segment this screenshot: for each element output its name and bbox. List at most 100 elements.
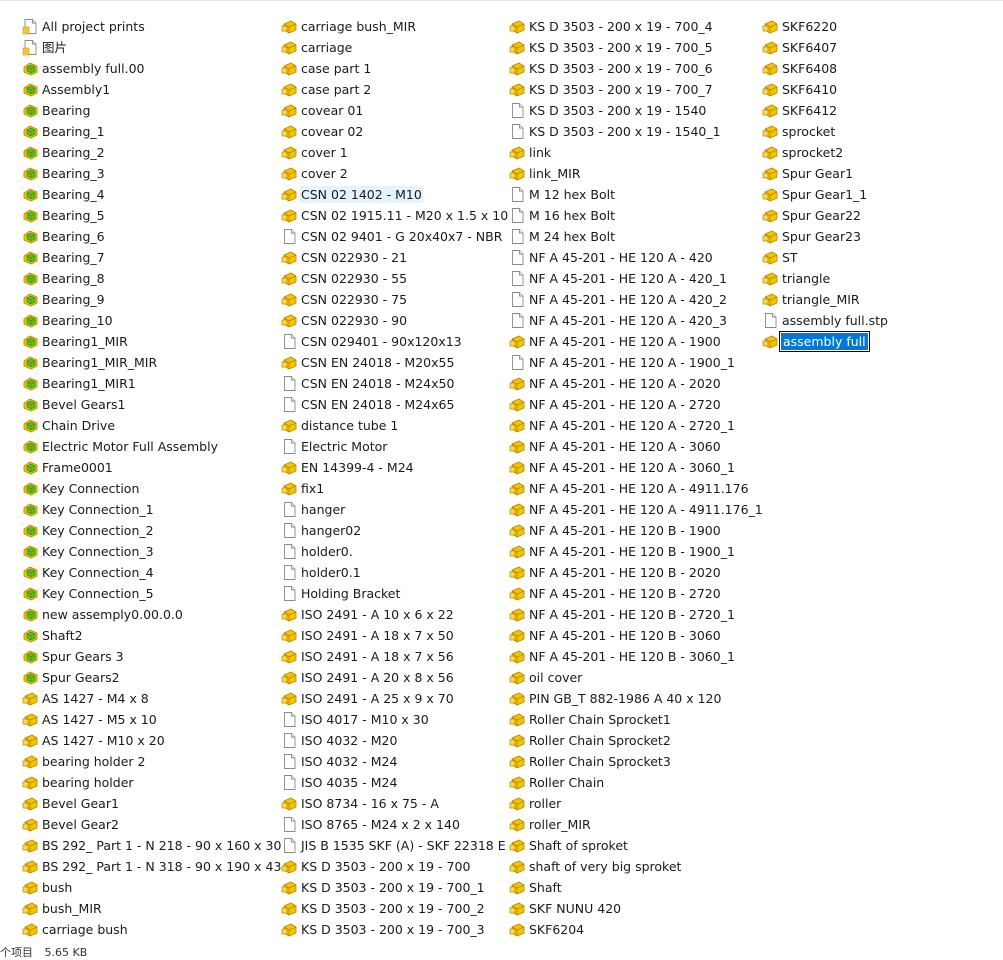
file-item[interactable]: Spur Gears 3 xyxy=(22,646,281,667)
file-item[interactable]: Bearing_8 xyxy=(22,268,281,289)
file-item[interactable]: Spur Gear1_1 xyxy=(762,184,962,205)
file-item[interactable]: ST xyxy=(762,247,962,268)
file-item[interactable]: triangle_MIR xyxy=(762,289,962,310)
file-item[interactable]: ISO 4032 - M24 xyxy=(281,751,509,772)
file-item[interactable]: Bearing_9 xyxy=(22,289,281,310)
file-item[interactable]: ISO 8734 - 16 x 75 - A xyxy=(281,793,509,814)
file-item[interactable]: NF A 45-201 - HE 120 B - 2020 xyxy=(509,562,762,583)
file-item[interactable]: ISO 8765 - M24 x 2 x 140 xyxy=(281,814,509,835)
file-item[interactable]: bush_MIR xyxy=(22,898,281,919)
file-item[interactable]: bearing holder xyxy=(22,772,281,793)
file-item[interactable]: NF A 45-201 - HE 120 B - 3060_1 xyxy=(509,646,762,667)
file-item[interactable]: Spur Gear1 xyxy=(762,163,962,184)
file-item[interactable]: Bearing_1 xyxy=(22,121,281,142)
file-item[interactable]: Key Connection_3 xyxy=(22,541,281,562)
file-item[interactable]: assembly full xyxy=(762,331,962,352)
file-item[interactable]: hanger xyxy=(281,499,509,520)
file-item[interactable]: CSN 022930 - 75 xyxy=(281,289,509,310)
file-item[interactable]: case part 2 xyxy=(281,79,509,100)
file-item[interactable]: SKF6204 xyxy=(509,919,762,940)
file-item[interactable]: KS D 3503 - 200 x 19 - 1540_1 xyxy=(509,121,762,142)
file-item[interactable]: Roller Chain xyxy=(509,772,762,793)
file-item[interactable]: BS 292_ Part 1 - N 218 - 90 x 160 x 30 xyxy=(22,835,281,856)
file-item[interactable]: KS D 3503 - 200 x 19 - 1540 xyxy=(509,100,762,121)
file-item[interactable]: JIS B 1535 SKF (A) - SKF 22318 E xyxy=(281,835,509,856)
file-item[interactable]: ISO 4017 - M10 x 30 xyxy=(281,709,509,730)
file-item[interactable]: KS D 3503 - 200 x 19 - 700_3 xyxy=(281,919,509,940)
file-item[interactable]: Bearing_10 xyxy=(22,310,281,331)
file-item[interactable]: Key Connection xyxy=(22,478,281,499)
file-item[interactable]: Bearing_7 xyxy=(22,247,281,268)
file-item[interactable]: AS 1427 - M5 x 10 xyxy=(22,709,281,730)
file-item[interactable]: KS D 3503 - 200 x 19 - 700_5 xyxy=(509,37,762,58)
file-item[interactable]: KS D 3503 - 200 x 19 - 700_6 xyxy=(509,58,762,79)
file-item[interactable]: Roller Chain Sprocket2 xyxy=(509,730,762,751)
file-item[interactable]: SKF6220 xyxy=(762,16,962,37)
file-item[interactable]: Bearing1_MIR xyxy=(22,331,281,352)
file-item[interactable]: roller xyxy=(509,793,762,814)
file-item[interactable]: KS D 3503 - 200 x 19 - 700_4 xyxy=(509,16,762,37)
file-item[interactable]: carriage xyxy=(281,37,509,58)
file-item[interactable]: NF A 45-201 - HE 120 A - 4911.176_1 xyxy=(509,499,763,520)
file-item[interactable]: NF A 45-201 - HE 120 A - 3060_1 xyxy=(509,457,762,478)
file-item[interactable]: All project prints xyxy=(22,16,281,37)
file-item[interactable]: Chain Drive xyxy=(22,415,281,436)
file-item[interactable]: ISO 2491 - A 18 x 7 x 50 xyxy=(281,625,509,646)
file-item[interactable]: distance tube 1 xyxy=(281,415,509,436)
file-item[interactable]: NF A 45-201 - HE 120 B - 2720 xyxy=(509,583,762,604)
file-item[interactable]: cover 2 xyxy=(281,163,509,184)
file-item[interactable]: NF A 45-201 - HE 120 B - 2720_1 xyxy=(509,604,762,625)
file-item[interactable]: KS D 3503 - 200 x 19 - 700 xyxy=(281,856,509,877)
file-item[interactable]: CSN 022930 - 21 xyxy=(281,247,509,268)
file-item[interactable]: link xyxy=(509,142,762,163)
file-item[interactable]: Key Connection_2 xyxy=(22,520,281,541)
file-item[interactable]: SKF6410 xyxy=(762,79,962,100)
file-item[interactable]: Roller Chain Sprocket1 xyxy=(509,709,762,730)
file-item[interactable]: ISO 2491 - A 20 x 8 x 56 xyxy=(281,667,509,688)
file-item[interactable]: M 16 hex Bolt xyxy=(509,205,762,226)
file-item[interactable]: bearing holder 2 xyxy=(22,751,281,772)
file-item[interactable]: BS 292_ Part 1 - N 318 - 90 x 190 x 43 xyxy=(22,856,281,877)
file-item[interactable]: NF A 45-201 - HE 120 B - 1900_1 xyxy=(509,541,762,562)
file-item[interactable]: Shaft of sproket xyxy=(509,835,762,856)
file-item[interactable]: ISO 2491 - A 25 x 9 x 70 xyxy=(281,688,509,709)
file-item[interactable]: CSN 022930 - 55 xyxy=(281,268,509,289)
file-item[interactable]: Key Connection_4 xyxy=(22,562,281,583)
file-rename-input[interactable]: assembly full xyxy=(779,331,870,352)
file-item[interactable]: M 12 hex Bolt xyxy=(509,184,762,205)
file-item[interactable]: CSN 022930 - 90 xyxy=(281,310,509,331)
file-item[interactable]: CSN EN 24018 - M24x65 xyxy=(281,394,509,415)
file-item[interactable]: Bevel Gear2 xyxy=(22,814,281,835)
file-item[interactable]: Bearing xyxy=(22,100,281,121)
file-item[interactable]: NF A 45-201 - HE 120 A - 420 xyxy=(509,247,762,268)
file-item[interactable]: Bearing_6 xyxy=(22,226,281,247)
file-item[interactable]: Bearing1_MIR_MIR xyxy=(22,352,281,373)
file-item[interactable]: CSN EN 24018 - M24x50 xyxy=(281,373,509,394)
file-item[interactable]: 图片 xyxy=(22,37,281,58)
file-item[interactable]: NF A 45-201 - HE 120 B - 1900 xyxy=(509,520,762,541)
file-item[interactable]: Bearing_4 xyxy=(22,184,281,205)
file-item[interactable]: hanger02 xyxy=(281,520,509,541)
file-item[interactable]: shaft of very big sproket xyxy=(509,856,762,877)
file-item[interactable]: ISO 4035 - M24 xyxy=(281,772,509,793)
file-item[interactable]: oil cover xyxy=(509,667,762,688)
file-item[interactable]: bush xyxy=(22,877,281,898)
file-item[interactable]: CSN EN 24018 - M20x55 xyxy=(281,352,509,373)
file-item[interactable]: Roller Chain Sprocket3 xyxy=(509,751,762,772)
file-item[interactable]: Shaft xyxy=(509,877,762,898)
file-item[interactable]: holder0.1 xyxy=(281,562,509,583)
file-item[interactable]: covear 01 xyxy=(281,100,509,121)
file-item[interactable]: NF A 45-201 - HE 120 A - 3060 xyxy=(509,436,762,457)
file-item[interactable]: CSN 02 1915.11 - M20 x 1.5 x 10 xyxy=(281,205,509,226)
file-item[interactable]: Electric Motor xyxy=(281,436,509,457)
file-item[interactable]: KS D 3503 - 200 x 19 - 700_2 xyxy=(281,898,509,919)
file-item[interactable]: carriage bush_MIR xyxy=(281,16,509,37)
file-item[interactable]: NF A 45-201 - HE 120 A - 420_3 xyxy=(509,310,762,331)
file-item[interactable]: Assembly1 xyxy=(22,79,281,100)
file-item[interactable]: Spur Gear23 xyxy=(762,226,962,247)
file-item[interactable]: NF A 45-201 - HE 120 B - 3060 xyxy=(509,625,762,646)
file-item[interactable]: NF A 45-201 - HE 120 A - 2020 xyxy=(509,373,762,394)
file-item[interactable]: assembly full.00 xyxy=(22,58,281,79)
file-item[interactable]: SKF6408 xyxy=(762,58,962,79)
file-item[interactable]: Key Connection_1 xyxy=(22,499,281,520)
